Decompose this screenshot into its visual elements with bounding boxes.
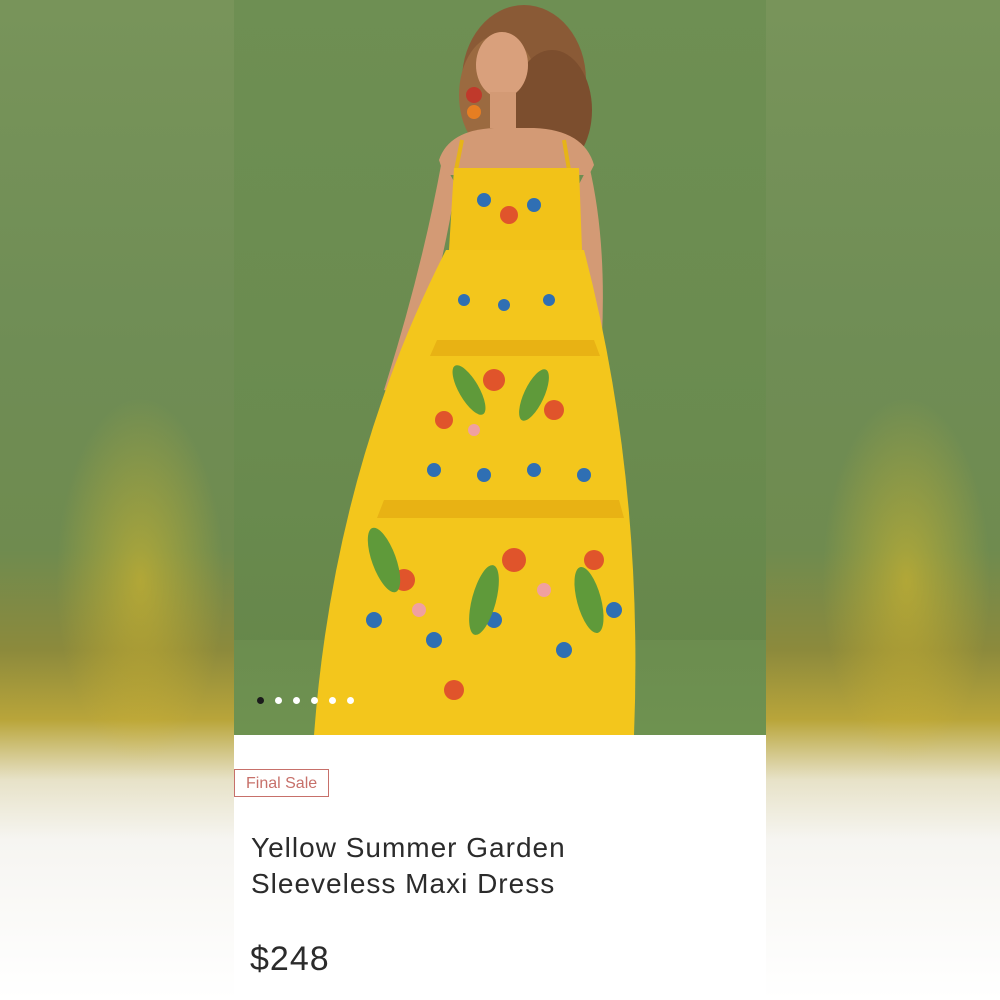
- carousel-dot-6[interactable]: [347, 697, 354, 704]
- carousel-dot-3[interactable]: [293, 697, 300, 704]
- carousel-dot-4[interactable]: [311, 697, 318, 704]
- product-card: Final Sale Yellow Summer Garden Sleevele…: [234, 0, 766, 1000]
- final-sale-badge: Final Sale: [234, 769, 330, 797]
- product-title: Yellow Summer Garden Sleeveless Maxi Dre…: [251, 830, 731, 902]
- carousel-dot-5[interactable]: [329, 697, 336, 704]
- carousel-dot-2[interactable]: [275, 697, 282, 704]
- product-title-line-1: Yellow Summer Garden: [251, 832, 566, 863]
- product-title-line-2: Sleeveless Maxi Dress: [251, 868, 556, 899]
- carousel-dot-1[interactable]: [257, 697, 264, 704]
- product-price: $248: [250, 940, 330, 978]
- dress-photo: [314, 5, 636, 735]
- carousel-indicators: [257, 697, 354, 704]
- product-image-carousel[interactable]: [234, 0, 766, 735]
